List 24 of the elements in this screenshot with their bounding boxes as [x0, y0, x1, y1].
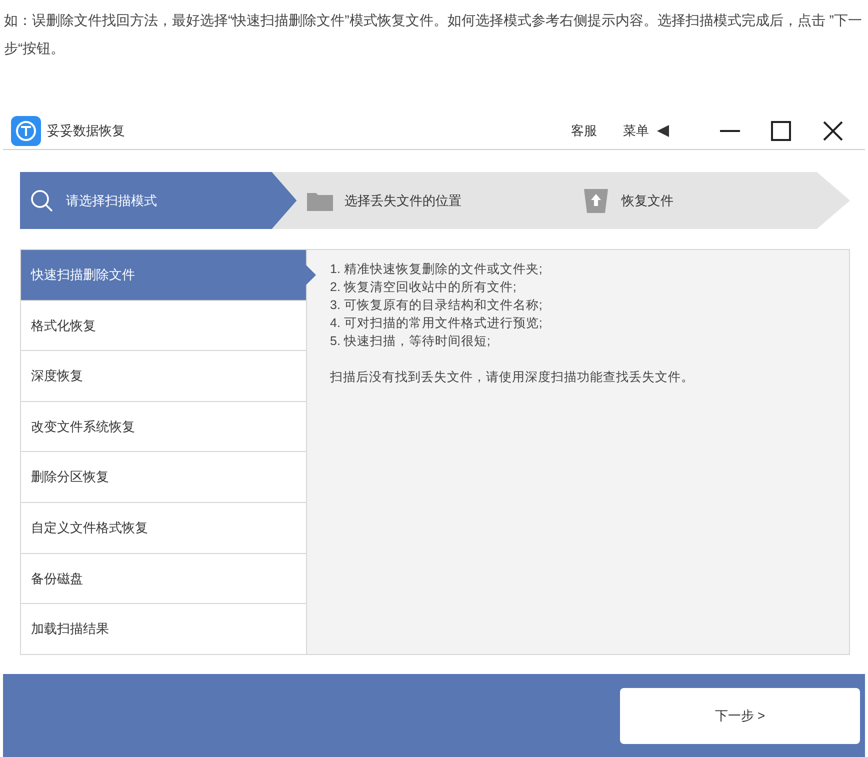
mode-item[interactable]: 格式化恢复 [21, 300, 306, 352]
maximize-icon[interactable] [771, 120, 791, 140]
intro-paragraph: 如：误删除文件找回方法，最好选择“快速扫描删除文件”模式恢复文件。如何选择模式参考右侧提示内容。选择扫描模式完成后，点击 ”下一步“按钮。 [3, 11, 863, 58]
feature-line: 2. 恢复清空回收站中的所有文件; [330, 279, 516, 296]
folder-icon [306, 190, 333, 210]
upload-icon [583, 188, 610, 214]
next-button[interactable]: 下一步 > [620, 688, 860, 744]
app-title: 妥妥数据恢复 [47, 122, 125, 140]
feature-line: 4. 可对扫描的常用文件格式进行预览; [330, 315, 542, 332]
feature-line: 1. 精准快速恢复删除的文件或文件夹; [330, 261, 542, 278]
step-tab[interactable]: 选择丢失文件的位置 [296, 172, 574, 229]
caret-icon[interactable] [657, 124, 669, 136]
app-logo-icon [11, 116, 41, 146]
search-icon [30, 188, 54, 212]
close-icon[interactable] [823, 120, 843, 140]
header-link[interactable]: 菜单 [623, 120, 649, 140]
step-tab[interactable]: 恢复文件 [573, 172, 850, 229]
mode-item[interactable]: 快速扫描删除文件 [21, 250, 306, 301]
feature-line: 5. 快速扫描，等待时间很短; [330, 333, 490, 350]
mode-item[interactable]: 备份磁盘 [21, 554, 306, 604]
note-text: 扫描后没有找到丢失文件，请使用深度扫描功能查找丢失文件。 [330, 369, 694, 386]
header-link[interactable]: 客服 [571, 120, 597, 140]
step-tab[interactable]: 请选择扫描模式 [20, 172, 297, 229]
feature-line: 3. 可恢复原有的目录结构和文件名称; [330, 297, 542, 314]
